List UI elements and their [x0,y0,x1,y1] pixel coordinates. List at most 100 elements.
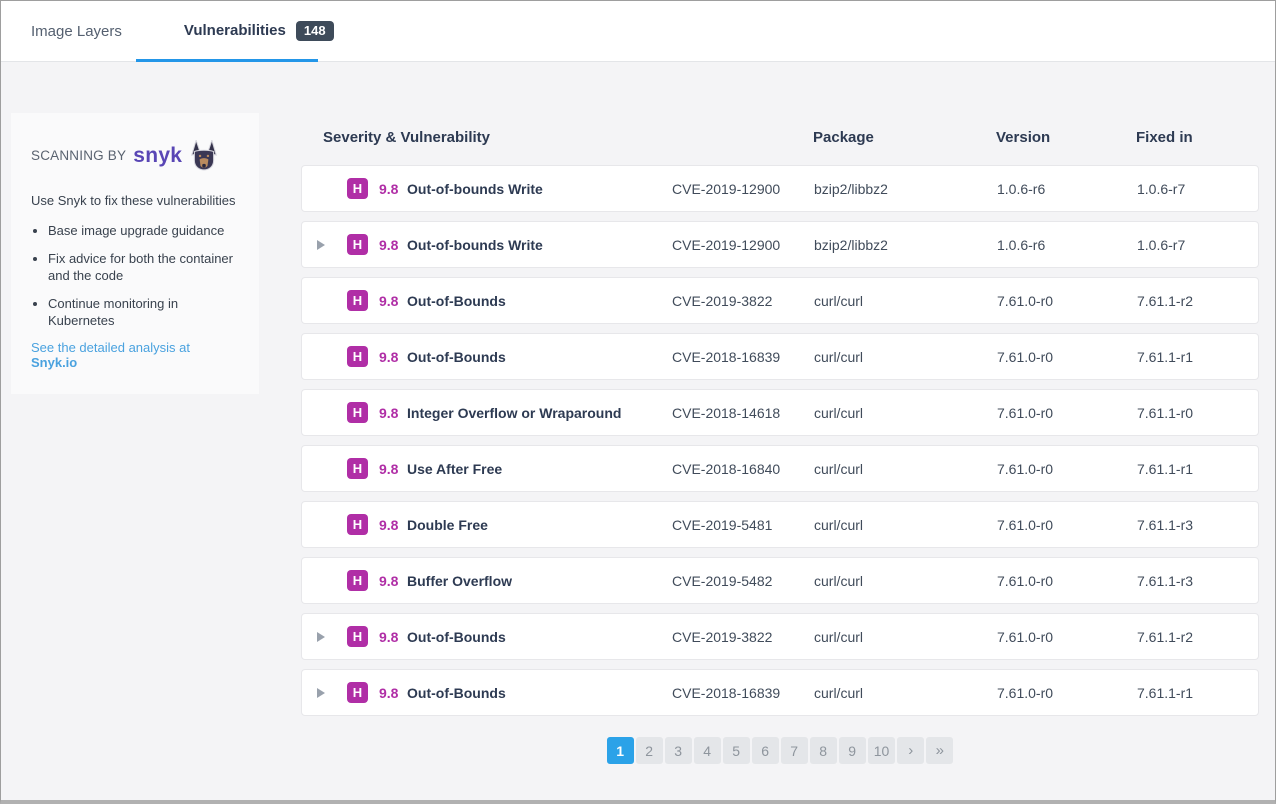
expand-arrow-icon[interactable] [317,632,325,642]
severity-badge: H [347,402,368,423]
package-name: curl/curl [814,293,997,309]
table-row[interactable]: H 9.8 Double Free CVE-2019-5481 curl/cur… [301,501,1259,548]
page-button-6[interactable]: 6 [752,737,779,764]
vulnerability-title[interactable]: Buffer Overflow [407,573,672,589]
package-name: bzip2/libbz2 [814,181,997,197]
cve-id: CVE-2019-3822 [672,293,814,309]
fixed-in-version: 7.61.1-r3 [1137,573,1258,589]
expand-arrow-cell [302,573,347,589]
package-version: 1.0.6-r6 [997,181,1137,197]
expand-arrow-cell [302,293,347,309]
tab-bar: Image Layers Vulnerabilities 148 [1,1,1275,62]
cvss-score: 9.8 [379,405,407,421]
page-button-7[interactable]: 7 [781,737,808,764]
table-row[interactable]: H 9.8 Out-of-Bounds CVE-2018-16839 curl/… [301,333,1259,380]
vulnerability-title[interactable]: Integer Overflow or Wraparound [407,405,672,421]
column-header-severity: Severity & Vulnerability [323,129,813,146]
sidebar-intro-text: Use Snyk to fix these vulnerabilities [31,193,239,208]
package-version: 7.61.0-r0 [997,685,1137,701]
vulnerability-table: Severity & Vulnerability Package Version… [301,121,1259,764]
package-version: 7.61.0-r0 [997,573,1137,589]
vulnerability-title[interactable]: Out-of-bounds Write [407,181,672,197]
severity-badge: H [347,346,368,367]
last-page-button[interactable]: » [926,737,953,764]
scan-results-window: Image Layers Vulnerabilities 148 SCANNIN… [0,0,1276,804]
cve-id: CVE-2019-12900 [672,181,814,197]
expand-arrow-cell [302,517,347,533]
expand-arrow-cell [302,181,347,197]
table-row[interactable]: H 9.8 Out-of-Bounds CVE-2019-3822 curl/c… [301,277,1259,324]
pagination: 12345678910›» [301,737,1259,764]
vulnerability-title[interactable]: Use After Free [407,461,672,477]
package-name: curl/curl [814,349,997,365]
package-version: 7.61.0-r0 [997,293,1137,309]
package-version: 7.61.0-r0 [997,517,1137,533]
tab-vulnerabilities-label: Vulnerabilities [184,22,286,39]
fixed-in-version: 1.0.6-r7 [1137,181,1258,197]
page-button-2[interactable]: 2 [636,737,663,764]
page-button-8[interactable]: 8 [810,737,837,764]
page-button-5[interactable]: 5 [723,737,750,764]
table-row[interactable]: H 9.8 Use After Free CVE-2018-16840 curl… [301,445,1259,492]
severity-badge: H [347,514,368,535]
severity-badge: H [347,290,368,311]
vulnerability-title[interactable]: Out-of-bounds Write [407,237,672,253]
fixed-in-version: 1.0.6-r7 [1137,237,1258,253]
package-name: bzip2/libbz2 [814,237,997,253]
snyk-io-link-brand: Snyk.io [31,355,77,370]
page-button-10[interactable]: 10 [868,737,896,764]
page-button-3[interactable]: 3 [665,737,692,764]
table-row[interactable]: H 9.8 Out-of-bounds Write CVE-2019-12900… [301,165,1259,212]
sidebar-bullet: Base image upgrade guidance [48,222,239,239]
page-button-9[interactable]: 9 [839,737,866,764]
sidebar-bullet-list: Base image upgrade guidance Fix advice f… [31,222,239,329]
expand-arrow-cell [302,349,347,365]
package-version: 7.61.0-r0 [997,405,1137,421]
doberman-dog-icon [190,140,218,171]
table-row[interactable]: H 9.8 Out-of-bounds Write CVE-2019-12900… [301,221,1259,268]
cvss-score: 9.8 [379,573,407,589]
fixed-in-version: 7.61.1-r3 [1137,517,1258,533]
table-row[interactable]: H 9.8 Out-of-Bounds CVE-2018-16839 curl/… [301,669,1259,716]
package-version: 1.0.6-r6 [997,237,1137,253]
cvss-score: 9.8 [379,461,407,477]
expand-arrow-cell [302,461,347,477]
table-body: H 9.8 Out-of-bounds Write CVE-2019-12900… [301,165,1259,716]
expand-arrow-icon[interactable] [317,688,325,698]
fixed-in-version: 7.61.1-r1 [1137,349,1258,365]
page-button-1[interactable]: 1 [607,737,634,764]
expand-arrow-icon[interactable] [317,240,325,250]
fixed-in-version: 7.61.1-r2 [1137,293,1258,309]
scanning-by-label: SCANNING BY [31,148,126,163]
active-tab-indicator [136,59,318,62]
cvss-score: 9.8 [379,685,407,701]
vulnerability-title[interactable]: Out-of-Bounds [407,349,672,365]
table-header-row: Severity & Vulnerability Package Version… [301,121,1259,165]
column-header-fixed-in: Fixed in [1136,129,1259,146]
expand-arrow-cell [302,629,347,645]
snyk-analysis-link[interactable]: See the detailed analysis at Snyk.io [31,340,239,370]
cve-id: CVE-2018-16839 [672,349,814,365]
vulnerability-title[interactable]: Out-of-Bounds [407,629,672,645]
snyk-analysis-link-text: See the detailed analysis at [31,340,190,355]
fixed-in-version: 7.61.1-r0 [1137,405,1258,421]
severity-badge: H [347,626,368,647]
table-row[interactable]: H 9.8 Out-of-Bounds CVE-2019-3822 curl/c… [301,613,1259,660]
tab-vulnerabilities[interactable]: Vulnerabilities 148 [184,21,334,41]
page-button-4[interactable]: 4 [694,737,721,764]
cvss-score: 9.8 [379,517,407,533]
severity-badge: H [347,570,368,591]
vulnerability-title[interactable]: Out-of-Bounds [407,685,672,701]
fixed-in-version: 7.61.1-r2 [1137,629,1258,645]
cvss-score: 9.8 [379,629,407,645]
next-page-button[interactable]: › [897,737,924,764]
severity-badge: H [347,178,368,199]
table-row[interactable]: H 9.8 Integer Overflow or Wraparound CVE… [301,389,1259,436]
cvss-score: 9.8 [379,349,407,365]
vulnerability-title[interactable]: Double Free [407,517,672,533]
table-row[interactable]: H 9.8 Buffer Overflow CVE-2019-5482 curl… [301,557,1259,604]
tab-image-layers[interactable]: Image Layers [31,23,122,40]
cve-id: CVE-2018-16840 [672,461,814,477]
vulnerability-title[interactable]: Out-of-Bounds [407,293,672,309]
cve-id: CVE-2019-3822 [672,629,814,645]
